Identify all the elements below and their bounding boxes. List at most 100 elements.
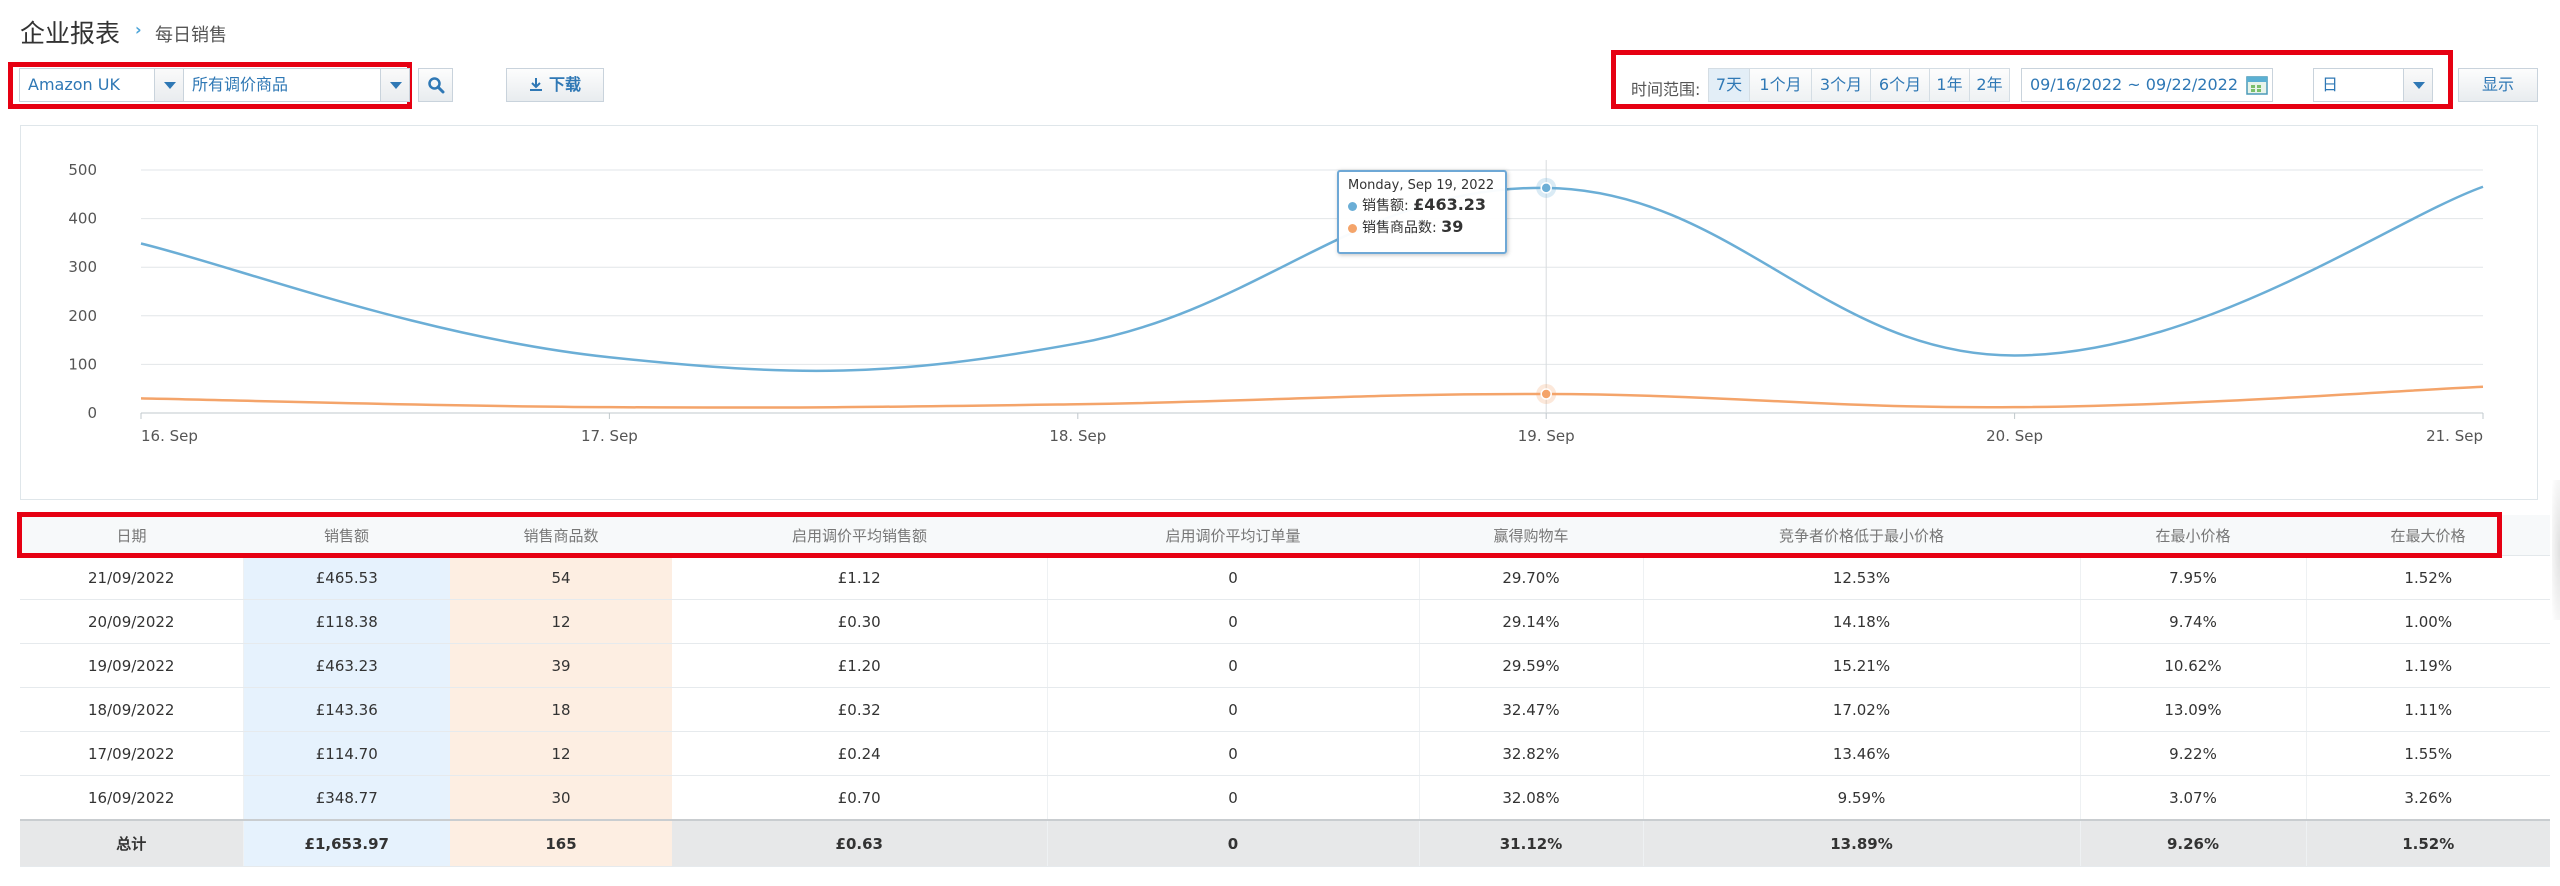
table-cell: 29.70% (1419, 555, 1644, 600)
total-cell: £1,653.97 (243, 819, 450, 867)
chevron-down-icon[interactable] (2403, 69, 2432, 101)
table-row: 20/09/2022 £118.38 12 £0.30 0 29.14% 14.18% 9.7… (20, 599, 2550, 644)
table-cell: 0 (1047, 643, 1420, 688)
tooltip-qty-label: 销售商品数: (1362, 220, 1437, 236)
table-cell: £143.36 (243, 687, 450, 732)
table-cell: 16/09/2022 (20, 775, 244, 821)
total-cell: £0.63 (672, 819, 1048, 867)
table-cell: 3.26% (2306, 775, 2550, 821)
table-cell: 3.07% (2080, 775, 2307, 821)
x-tick-label: 20. Sep (1986, 427, 2043, 445)
table-cell: £0.24 (672, 731, 1048, 776)
range-1m[interactable]: 1个月 (1750, 68, 1812, 102)
range-3m[interactable]: 3个月 (1812, 68, 1871, 102)
table-cell: 7.95% (2080, 555, 2307, 600)
series-dot-icon (1348, 223, 1357, 233)
highlight-box-table-header (17, 512, 2502, 558)
table-cell: 13.09% (2080, 687, 2307, 732)
table-cell: 9.74% (2080, 599, 2307, 644)
x-tick-label: 16. Sep (141, 427, 198, 445)
marketplace-select[interactable]: Amazon UK (19, 68, 184, 102)
table-cell: 1.11% (2306, 687, 2550, 732)
series-line-2 (140, 385, 2484, 409)
table-cell: 30 (450, 775, 672, 821)
table-cell: £465.53 (243, 555, 450, 600)
table-cell: 32.08% (1419, 775, 1644, 821)
range-7d[interactable]: 7天 (1708, 68, 1750, 102)
download-label: 下载 (548, 75, 581, 94)
x-tick-label: 19. Sep (1518, 427, 1575, 445)
hover-point (1540, 388, 1552, 400)
total-cell: 总计 (20, 819, 244, 867)
table-cell: 13.46% (1643, 731, 2081, 776)
y-tick-label: 200 (68, 307, 97, 325)
table-cell: 54 (450, 555, 672, 600)
sales-line-chart: 0 100 200 300 400 500 16. Sep 17. Sep 18. Sep 19.… (68, 160, 2484, 445)
calendar-icon[interactable] (2246, 75, 2268, 95)
table-cell: £118.38 (243, 599, 450, 644)
tooltip-sales-value: £463.23 (1413, 195, 1487, 214)
table-cell: 9.22% (2080, 731, 2307, 776)
table-cell: 0 (1047, 731, 1420, 776)
page-title: 企业报表 (20, 19, 121, 48)
scroll-edge-shadow (2552, 480, 2560, 620)
breadcrumb-chevron-icon: › (135, 20, 142, 39)
table-cell: 12 (450, 731, 672, 776)
y-tick-label: 0 (87, 404, 97, 422)
y-tick-label: 400 (68, 210, 97, 228)
table-cell: £114.70 (243, 731, 450, 776)
table-cell: £1.12 (672, 555, 1048, 600)
table-cell: 19/09/2022 (20, 643, 244, 688)
total-cell: 0 (1047, 819, 1420, 867)
table-cell: 0 (1047, 555, 1420, 600)
tooltip-sales-label: 销售额: (1362, 198, 1409, 214)
product-scope-select[interactable]: 所有调价商品 (183, 68, 410, 102)
granularity-select[interactable]: 日 (2313, 68, 2433, 102)
table-cell: 14.18% (1643, 599, 2081, 644)
breadcrumb[interactable]: 每日销售 (155, 21, 227, 47)
product-scope-value: 所有调价商品 (192, 75, 289, 94)
date-range-field[interactable]: 09/16/2022 ~ 09/22/2022 (2021, 68, 2273, 102)
total-cell: 31.12% (1419, 819, 1644, 867)
table-cell: 15.21% (1643, 643, 2081, 688)
table-cell: 1.55% (2306, 731, 2550, 776)
table-cell: £0.30 (672, 599, 1048, 644)
table-cell: 9.59% (1643, 775, 2081, 821)
tooltip-row-qty: 销售商品数: 39 (1348, 217, 1496, 237)
table-row: 16/09/2022 £348.77 30 £0.70 0 32.08% 9.59% 3.07… (20, 775, 2550, 821)
table-total-row: 总计 £1,653.97 165 £0.63 0 31.12% 13.89% 9.26% 1.5… (20, 819, 2550, 867)
table-cell: 21/09/2022 (20, 555, 244, 600)
table-cell: £348.77 (243, 775, 450, 821)
table-cell: £1.20 (672, 643, 1048, 688)
range-1y[interactable]: 1年 (1930, 68, 1970, 102)
granularity-value: 日 (2322, 75, 2339, 94)
y-tick-label: 100 (68, 355, 97, 373)
table-row: 21/09/2022 £465.53 54 £1.12 0 29.70% 12.53% 7.9… (20, 555, 2550, 600)
tooltip-date: Monday, Sep 19, 2022 (1348, 178, 1495, 193)
range-label: 时间范围: (1631, 80, 1701, 99)
chevron-down-icon[interactable] (380, 69, 409, 101)
table-cell: 39 (450, 643, 672, 688)
series-line-1 (140, 185, 2484, 373)
download-icon (529, 78, 542, 91)
range-6m[interactable]: 6个月 (1871, 68, 1930, 102)
hover-point (1540, 182, 1552, 194)
chart-container: 0 100 200 300 400 500 16. Sep 17. Sep 18. Sep 19.… (20, 125, 2538, 500)
range-2y[interactable]: 2年 (1970, 68, 2010, 102)
x-tick-label: 18. Sep (1049, 427, 1106, 445)
table-row: 17/09/2022 £114.70 12 £0.24 0 32.82% 13.46% 9.2… (20, 731, 2550, 776)
chevron-down-icon[interactable] (154, 69, 183, 101)
total-cell: 9.26% (2080, 819, 2307, 867)
table-cell: 29.14% (1419, 599, 1644, 644)
total-cell: 165 (450, 819, 672, 867)
table-cell: 10.62% (2080, 643, 2307, 688)
table-cell: 1.00% (2306, 599, 2550, 644)
download-button[interactable]: 下载 (506, 68, 604, 102)
show-button[interactable]: 显示 (2458, 68, 2538, 102)
table-cell: 1.52% (2306, 555, 2550, 600)
search-button[interactable] (418, 68, 453, 102)
marketplace-value: Amazon UK (28, 75, 120, 94)
table-cell: 18 (450, 687, 672, 732)
table-cell: 17/09/2022 (20, 731, 244, 776)
chart-tooltip: Monday, Sep 19, 2022 销售额: £463.23 销售商品数:… (1337, 170, 1507, 254)
